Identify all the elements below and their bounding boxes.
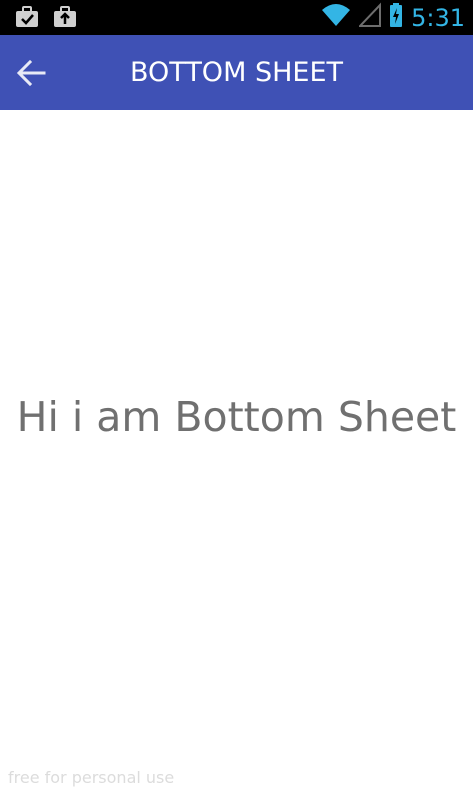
page-title: BOTTOM SHEET (130, 57, 343, 88)
status-time: 5:31 (411, 3, 465, 32)
battery-charging-icon (389, 2, 403, 33)
main-content: Hi i am Bottom Sheet (0, 110, 473, 795)
status-bar: 5:31 (0, 0, 473, 35)
watermark: free for personal use (8, 768, 175, 787)
app-bar: BOTTOM SHEET (0, 35, 473, 110)
notification-icons (14, 4, 78, 35)
signal-icon (357, 2, 382, 33)
briefcase-check-icon (14, 4, 40, 35)
wifi-icon (321, 2, 351, 33)
bottom-sheet-text: Hi i am Bottom Sheet (16, 393, 457, 441)
briefcase-upload-icon (52, 4, 78, 35)
system-status: 5:31 (321, 2, 465, 33)
